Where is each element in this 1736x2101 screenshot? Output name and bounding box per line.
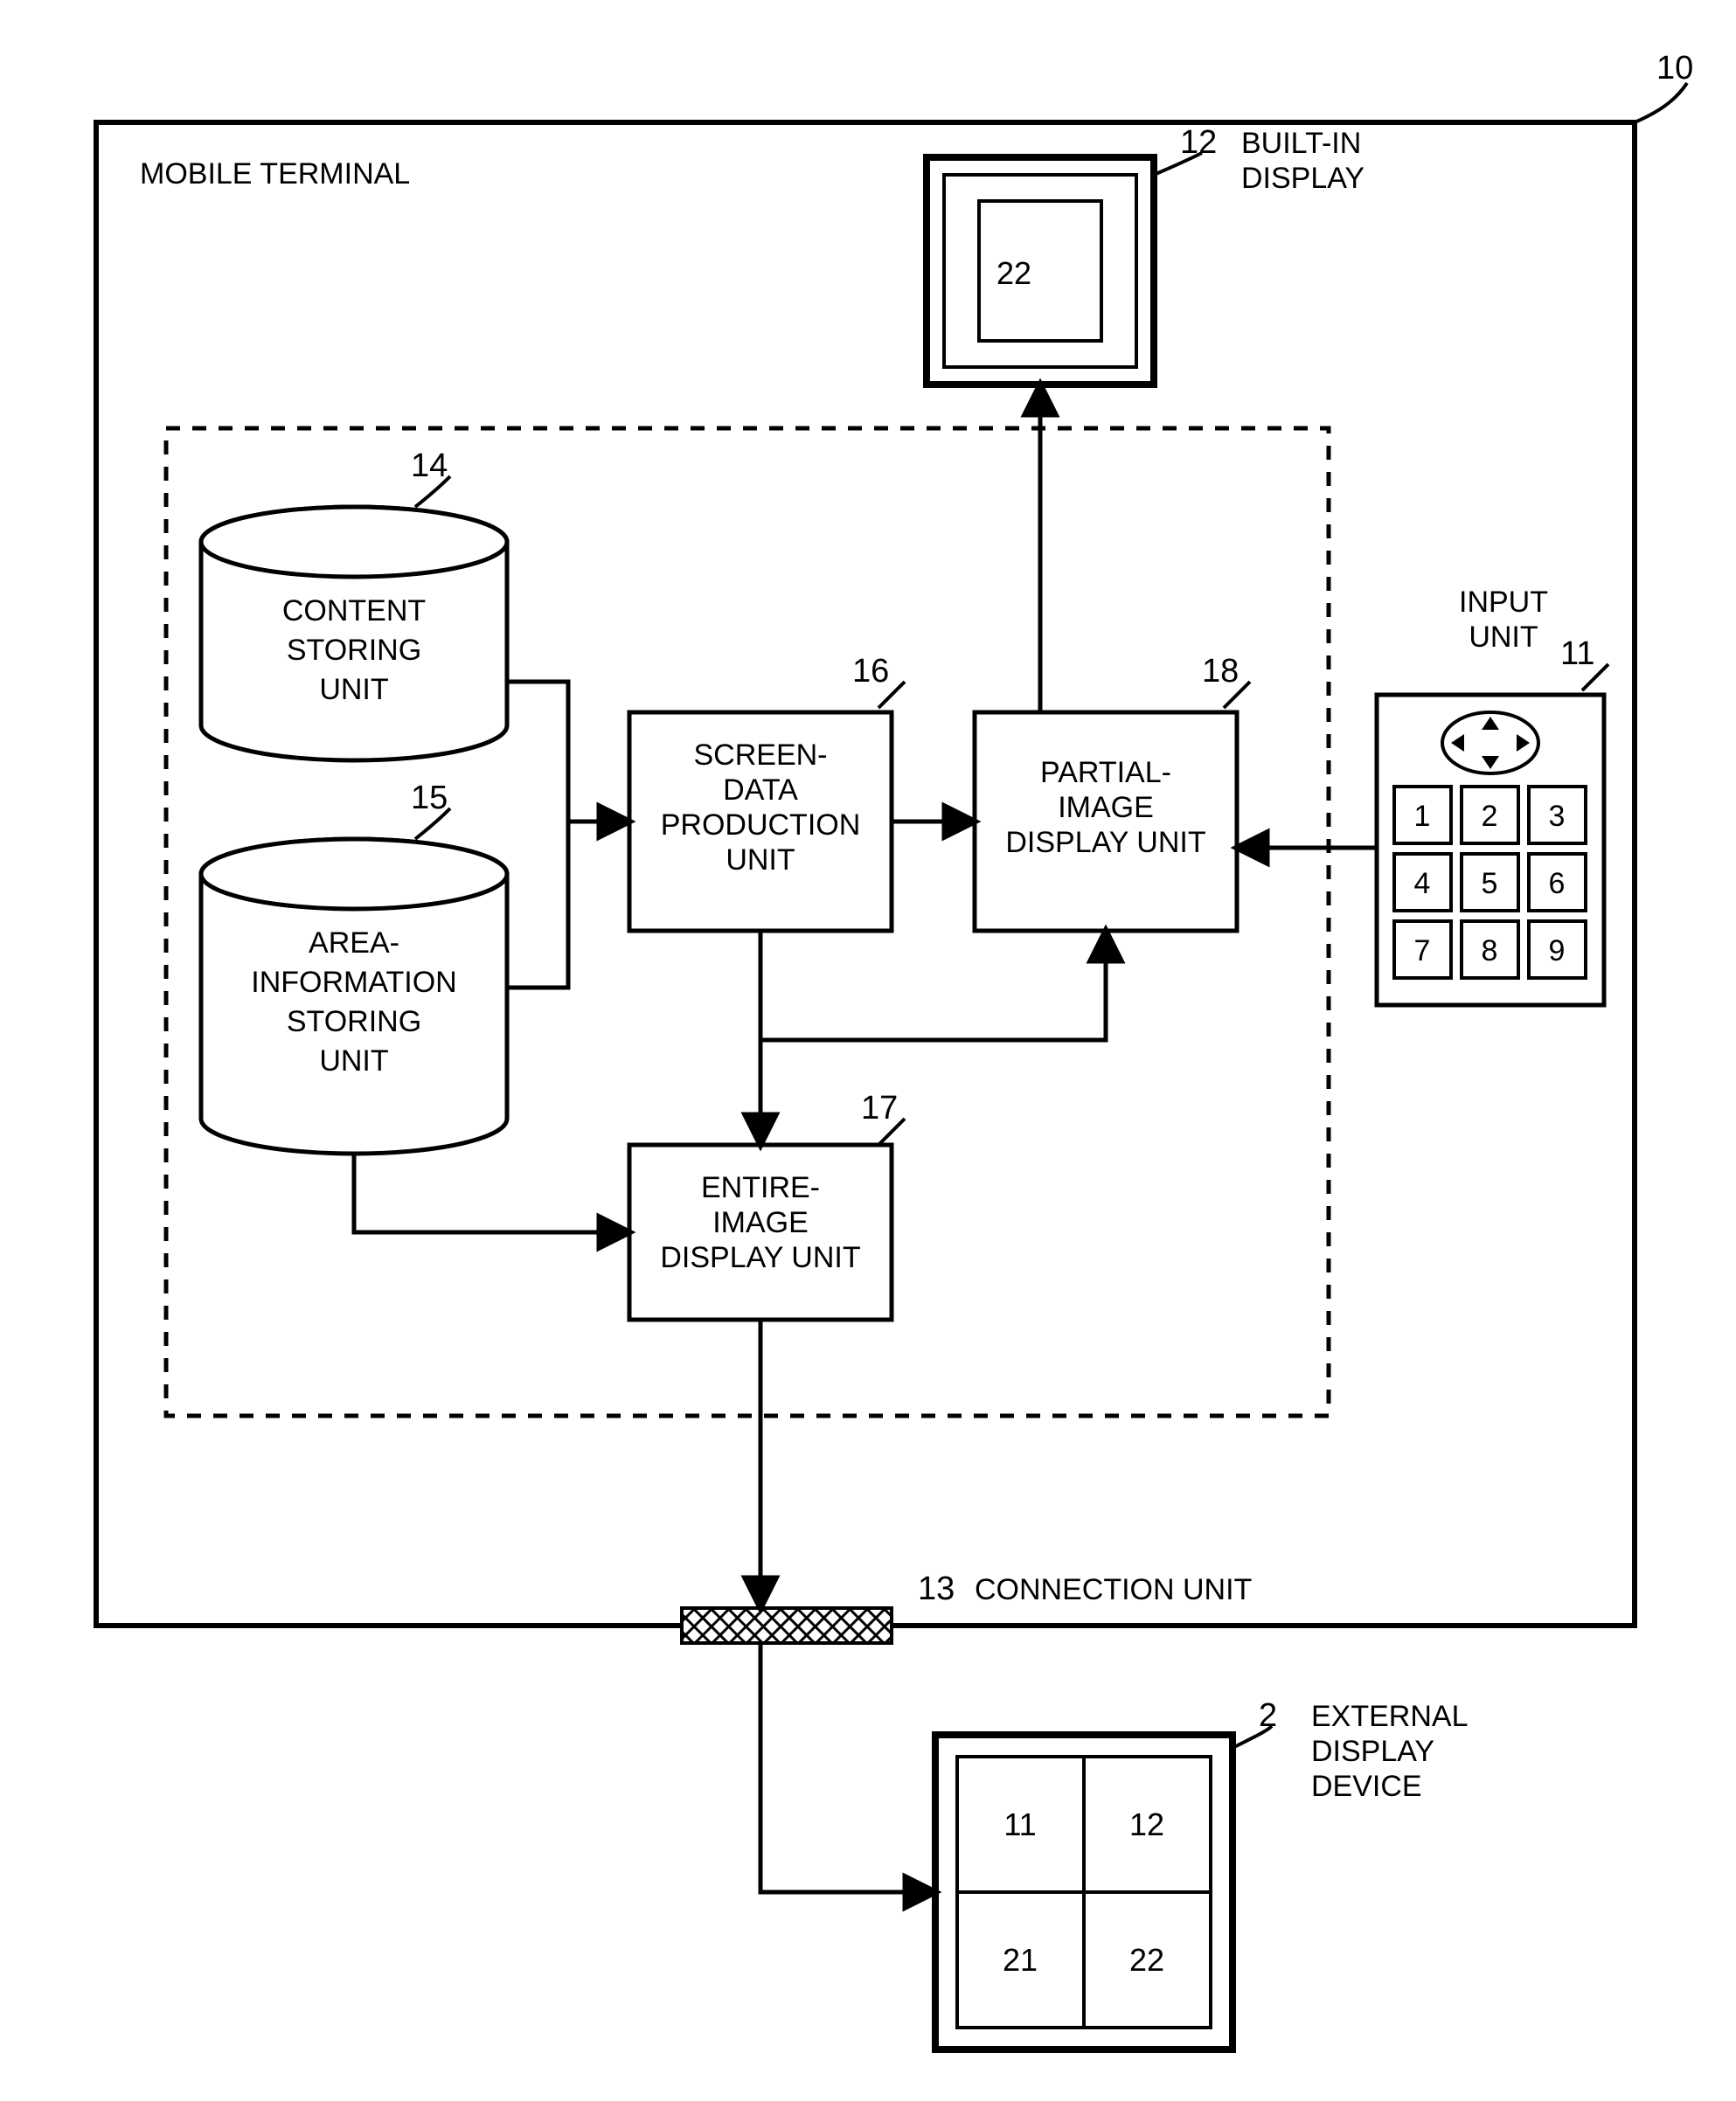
svg-text:DISPLAY UNIT: DISPLAY UNIT xyxy=(1005,826,1205,859)
svg-text:1: 1 xyxy=(1414,800,1431,833)
ref-input-unit: 11 xyxy=(1560,635,1594,672)
partial-image-display-unit: PARTIAL- IMAGE DISPLAY UNIT 18 xyxy=(975,653,1250,931)
connection-unit: 13 CONNECTION UNIT xyxy=(682,1571,1252,1643)
entire-image-display-unit: ENTIRE- IMAGE DISPLAY UNIT 17 xyxy=(629,1090,905,1320)
svg-text:SCREEN-: SCREEN- xyxy=(693,738,827,772)
label-mobile-terminal: MOBILE TERMINAL xyxy=(140,157,410,191)
svg-text:UNIT: UNIT xyxy=(1469,621,1538,654)
input-unit: 1 2 3 4 5 6 7 8 9 11 INPUT UNIT xyxy=(1377,586,1608,1005)
svg-text:AREA-: AREA- xyxy=(309,926,399,960)
svg-text:8: 8 xyxy=(1482,934,1498,967)
ref-connection-unit: 13 xyxy=(918,1571,955,1607)
svg-text:4: 4 xyxy=(1414,867,1431,900)
external-display-device: 11 12 21 22 2 EXTERNAL DISPLAY DEVICE xyxy=(935,1697,1469,2049)
svg-text:IMAGE: IMAGE xyxy=(712,1206,809,1239)
area-info-storing-unit: AREA- INFORMATION STORING UNIT 15 xyxy=(201,780,507,1154)
svg-text:STORING: STORING xyxy=(287,634,421,667)
ref-external-display: 2 xyxy=(1259,1697,1277,1734)
svg-text:CONTENT: CONTENT xyxy=(282,594,426,628)
dpad-icon xyxy=(1442,712,1538,773)
svg-text:3: 3 xyxy=(1549,800,1566,833)
svg-text:9: 9 xyxy=(1549,934,1566,967)
svg-text:INPUT: INPUT xyxy=(1459,586,1548,619)
ref-entire-image: 17 xyxy=(861,1090,898,1127)
svg-text:7: 7 xyxy=(1414,934,1431,967)
builtin-display: 22 12 BUILT-IN DISPLAY xyxy=(927,124,1364,385)
label-connection-unit: CONNECTION UNIT xyxy=(975,1573,1252,1606)
svg-text:DATA: DATA xyxy=(723,773,798,807)
svg-text:BUILT-IN: BUILT-IN xyxy=(1241,127,1361,160)
svg-text:PRODUCTION: PRODUCTION xyxy=(661,808,861,842)
svg-text:DEVICE: DEVICE xyxy=(1311,1770,1422,1803)
svg-text:STORING: STORING xyxy=(287,1005,421,1038)
ref-terminal: 10 xyxy=(1656,50,1693,87)
svg-text:6: 6 xyxy=(1549,867,1566,900)
keypad: 1 2 3 4 5 6 7 8 9 xyxy=(1394,787,1586,978)
ref-builtin-display: 12 xyxy=(1180,124,1217,161)
svg-text:DISPLAY UNIT: DISPLAY UNIT xyxy=(660,1241,860,1274)
ref-content-store: 14 xyxy=(411,447,448,484)
svg-text:PARTIAL-: PARTIAL- xyxy=(1040,756,1171,789)
svg-text:5: 5 xyxy=(1482,867,1498,900)
svg-text:UNIT: UNIT xyxy=(319,673,388,706)
svg-text:UNIT: UNIT xyxy=(726,843,795,877)
svg-text:21: 21 xyxy=(1003,1942,1038,1978)
svg-text:DISPLAY: DISPLAY xyxy=(1241,162,1364,195)
ref-partial-image: 18 xyxy=(1202,653,1239,690)
svg-text:UNIT: UNIT xyxy=(319,1044,388,1078)
svg-text:IMAGE: IMAGE xyxy=(1058,791,1154,824)
content-storing-unit: CONTENT STORING UNIT 14 xyxy=(201,447,507,760)
svg-text:INFORMATION: INFORMATION xyxy=(251,966,456,999)
screen-data-production-unit: SCREEN- DATA PRODUCTION UNIT 16 xyxy=(629,653,905,931)
svg-text:DISPLAY: DISPLAY xyxy=(1311,1735,1434,1768)
label-builtin-display: BUILT-IN DISPLAY xyxy=(1241,127,1364,195)
ref-area-store: 15 xyxy=(411,780,448,816)
svg-text:22: 22 xyxy=(1129,1942,1164,1978)
builtin-screen-value: 22 xyxy=(996,255,1031,291)
svg-text:11: 11 xyxy=(1003,1806,1036,1842)
svg-text:12: 12 xyxy=(1129,1806,1164,1842)
ref-screen-data: 16 xyxy=(852,653,889,690)
svg-text:2: 2 xyxy=(1482,800,1498,833)
svg-text:EXTERNAL: EXTERNAL xyxy=(1311,1700,1469,1733)
svg-text:ENTIRE-: ENTIRE- xyxy=(701,1171,820,1204)
